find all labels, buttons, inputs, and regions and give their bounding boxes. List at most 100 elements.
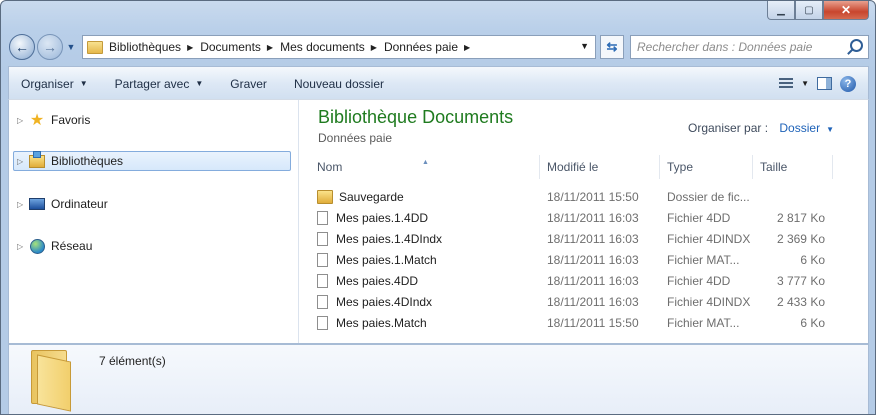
column-label: Type <box>667 160 694 174</box>
expand-arrow-icon[interactable]: ▷ <box>17 157 29 166</box>
file-size: 6 Ko <box>800 315 825 330</box>
chevron-down-icon: ▼ <box>195 79 204 88</box>
file-name-cell: Mes paies.4DIndx <box>310 294 540 309</box>
breadcrumb-label: Données paie <box>383 40 458 54</box>
file-icon <box>317 231 328 246</box>
column-header-size[interactable]: Taille <box>753 155 833 179</box>
search-icon[interactable] <box>850 39 863 52</box>
file-name-cell: Mes paies.1.4DD <box>310 210 540 225</box>
file-row[interactable]: Mes paies.4DIndx 18/11/2011 16:03 Fichie… <box>310 291 825 312</box>
share-label: Partager avec <box>114 76 190 91</box>
new-folder-button[interactable]: Nouveau dossier <box>282 77 399 91</box>
column-header-name[interactable]: ▲ Nom <box>310 155 540 179</box>
minimize-button[interactable]: ▁ <box>767 1 795 20</box>
nav-item-label: Réseau <box>51 239 93 253</box>
toolbar-right-group: ▼ ? <box>779 75 868 92</box>
file-name-cell: Sauvegarde <box>310 189 540 204</box>
refresh-button[interactable]: ⇆ <box>600 35 624 59</box>
forward-arrow-icon: → <box>43 39 57 55</box>
folder-icon <box>317 189 333 204</box>
file-icon <box>317 252 328 267</box>
share-button[interactable]: Partager avec ▼ <box>103 77 219 91</box>
item-count: 7 élément(s) <box>99 354 166 368</box>
file-size: 6 Ko <box>800 252 825 267</box>
address-bar[interactable]: Bibliothèques ▶ Documents ▶ Mes documents ▶… <box>82 35 596 59</box>
library-title: Bibliothèque Documents <box>318 107 514 127</box>
file-row[interactable]: Sauvegarde 18/11/2011 15:50 Dossier de f… <box>310 186 825 207</box>
file-row[interactable]: Mes paies.Match 18/11/2011 15:50 Fichier… <box>310 312 825 333</box>
file-modified: 18/11/2011 16:03 <box>547 252 639 267</box>
column-header-modified[interactable]: Modifié le <box>540 155 660 179</box>
nav-item-favorites[interactable]: ▷ ★ Favoris <box>17 112 90 129</box>
breadcrumb-separator-icon[interactable]: ▶ <box>371 43 377 52</box>
file-name-cell: Mes paies.Match <box>310 315 540 330</box>
view-options-icon[interactable] <box>779 77 794 90</box>
breadcrumb-mes-documents[interactable]: Mes documents ▶ <box>280 40 384 54</box>
large-folder-icon <box>31 350 71 412</box>
preview-pane-icon[interactable] <box>817 77 832 90</box>
chevron-down-icon: ▼ <box>79 79 88 88</box>
nav-item-network[interactable]: ▷ Réseau <box>17 238 92 254</box>
file-row[interactable]: Mes paies.1.4DD 18/11/2011 16:03 Fichier… <box>310 207 825 228</box>
file-name-cell: Mes paies.1.Match <box>310 252 540 267</box>
breadcrumb-documents[interactable]: Documents ▶ <box>200 40 280 54</box>
arrange-label: Organiser par : <box>688 121 769 135</box>
column-label: Modifié le <box>547 160 599 174</box>
file-icon <box>317 294 328 309</box>
navigation-pane: ▷ ★ Favoris ▷ Bibliothèques ▷ Ordinateur… <box>9 100 299 343</box>
file-size: 2 817 Ko <box>776 210 825 225</box>
file-modified: 18/11/2011 15:50 <box>547 315 639 330</box>
file-type: Dossier de fic... <box>667 189 750 204</box>
file-name-cell: Mes paies.1.4DIndx <box>310 231 540 246</box>
file-modified: 18/11/2011 15:50 <box>547 189 639 204</box>
breadcrumb-separator-icon[interactable]: ▶ <box>464 43 470 52</box>
breadcrumb-separator-icon[interactable]: ▶ <box>267 43 273 52</box>
content-area: ▷ ★ Favoris ▷ Bibliothèques ▷ Ordinateur… <box>8 99 869 344</box>
file-list: Sauvegarde 18/11/2011 15:50 Dossier de f… <box>310 186 825 333</box>
file-row[interactable]: Mes paies.1.4DIndx 18/11/2011 16:03 Fich… <box>310 228 825 249</box>
burn-label: Graver <box>230 76 267 91</box>
sort-ascending-icon: ▲ <box>422 159 429 166</box>
chevron-down-icon[interactable]: ▼ <box>801 79 809 88</box>
organize-button[interactable]: Organiser ▼ <box>9 77 103 91</box>
forward-button[interactable]: → <box>37 34 63 60</box>
expand-arrow-icon[interactable]: ▷ <box>17 242 29 251</box>
breadcrumb-separator-icon[interactable]: ▶ <box>187 43 193 52</box>
folder-icon <box>87 40 103 54</box>
breadcrumb-bibliotheques[interactable]: Bibliothèques ▶ <box>109 40 200 54</box>
recent-pages-dropdown[interactable]: ▼ <box>66 42 76 52</box>
chevron-down-icon: ▼ <box>66 42 76 52</box>
arrange-by-dropdown[interactable]: Dossier ▼ <box>779 121 834 135</box>
file-icon <box>317 210 328 225</box>
organize-label: Organiser <box>21 76 74 91</box>
file-list-pane: Bibliothèque Documents Données paie Orga… <box>299 100 868 343</box>
close-button[interactable]: ✕ <box>823 1 869 20</box>
back-arrow-icon: ← <box>15 39 29 55</box>
help-icon[interactable]: ? <box>840 75 856 92</box>
back-button[interactable]: ← <box>9 34 35 60</box>
column-label: Nom <box>317 160 343 174</box>
file-name-cell: Mes paies.4DD <box>310 273 540 288</box>
expand-arrow-icon[interactable]: ▷ <box>17 200 29 209</box>
file-type: Fichier 4DD <box>667 210 731 225</box>
file-name: Mes paies.4DD <box>336 273 419 288</box>
file-row[interactable]: Mes paies.4DD 18/11/2011 16:03 Fichier 4… <box>310 270 825 291</box>
burn-button[interactable]: Graver <box>218 77 282 91</box>
arrange-value: Dossier <box>779 121 821 135</box>
file-type: Fichier 4DINDX <box>667 294 751 309</box>
column-header-type[interactable]: Type <box>660 155 753 179</box>
chevron-down-icon: ▼ <box>826 125 834 134</box>
address-history-dropdown[interactable]: ▼ <box>580 41 589 51</box>
file-type: Fichier 4DD <box>667 273 731 288</box>
file-row[interactable]: Mes paies.1.Match 18/11/2011 16:03 Fichi… <box>310 249 825 270</box>
nav-item-computer[interactable]: ▷ Ordinateur <box>17 196 108 212</box>
breadcrumb-donnees-paie[interactable]: Données paie ▶ <box>384 40 477 54</box>
file-name: Sauvegarde <box>339 189 404 204</box>
file-modified: 18/11/2011 16:03 <box>547 273 639 288</box>
search-input[interactable]: Rechercher dans : Données paie <box>630 35 869 59</box>
maximize-button[interactable]: ▢ <box>795 1 823 20</box>
library-icon <box>29 150 45 169</box>
nav-item-libraries[interactable]: ▷ Bibliothèques <box>13 150 291 171</box>
expand-arrow-icon[interactable]: ▷ <box>17 116 29 125</box>
file-type: Fichier MAT... <box>667 252 740 267</box>
